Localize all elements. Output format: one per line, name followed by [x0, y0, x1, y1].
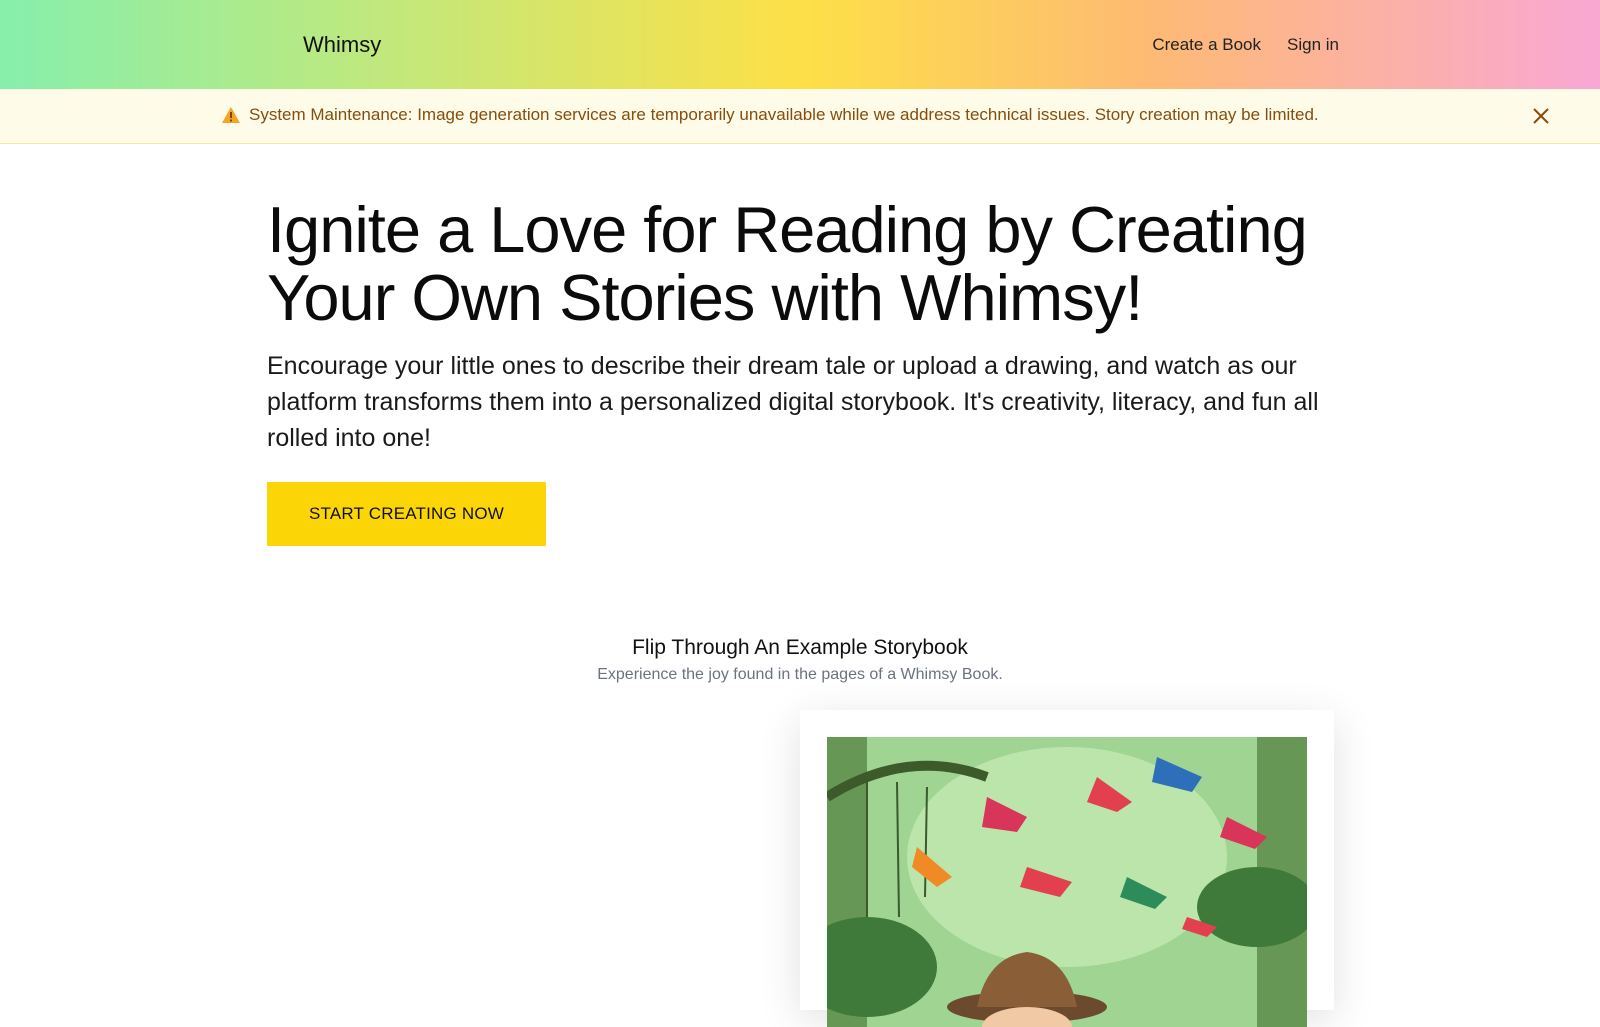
start-creating-button[interactable]: START CREATING NOW [267, 482, 546, 546]
nav-create-book-link[interactable]: Create a Book [1152, 35, 1261, 55]
example-storybook[interactable] [800, 710, 1334, 1027]
example-section-title: Flip Through An Example Storybook [632, 636, 968, 659]
banner-content: System Maintenance: Image generation ser… [221, 105, 1319, 125]
top-navigation-bar: Whimsy Create a Book Sign in [0, 0, 1600, 89]
nav-sign-in-link[interactable]: Sign in [1287, 35, 1339, 55]
jungle-parrots-illustration [827, 737, 1307, 1027]
hero-title: Ignite a Love for Reading by Creating Yo… [267, 193, 1308, 334]
example-section-header: Flip Through An Example Storybook Experi… [0, 636, 1600, 684]
banner-message: System Maintenance: Image generation ser… [249, 105, 1319, 124]
example-section-subtitle: Experience the joy found in the pages of… [597, 666, 1003, 683]
hero-section: Ignite a Love for Reading by Creating Yo… [267, 196, 1347, 456]
warning-icon [222, 107, 240, 123]
storybook-page-illustration [827, 737, 1307, 1027]
brand-logo[interactable]: Whimsy [303, 32, 381, 58]
close-icon[interactable] [1530, 105, 1552, 127]
maintenance-banner: System Maintenance: Image generation ser… [0, 89, 1600, 144]
main-nav: Create a Book Sign in [1152, 35, 1339, 55]
hero-description: Encourage your little ones to describe t… [267, 352, 1319, 452]
